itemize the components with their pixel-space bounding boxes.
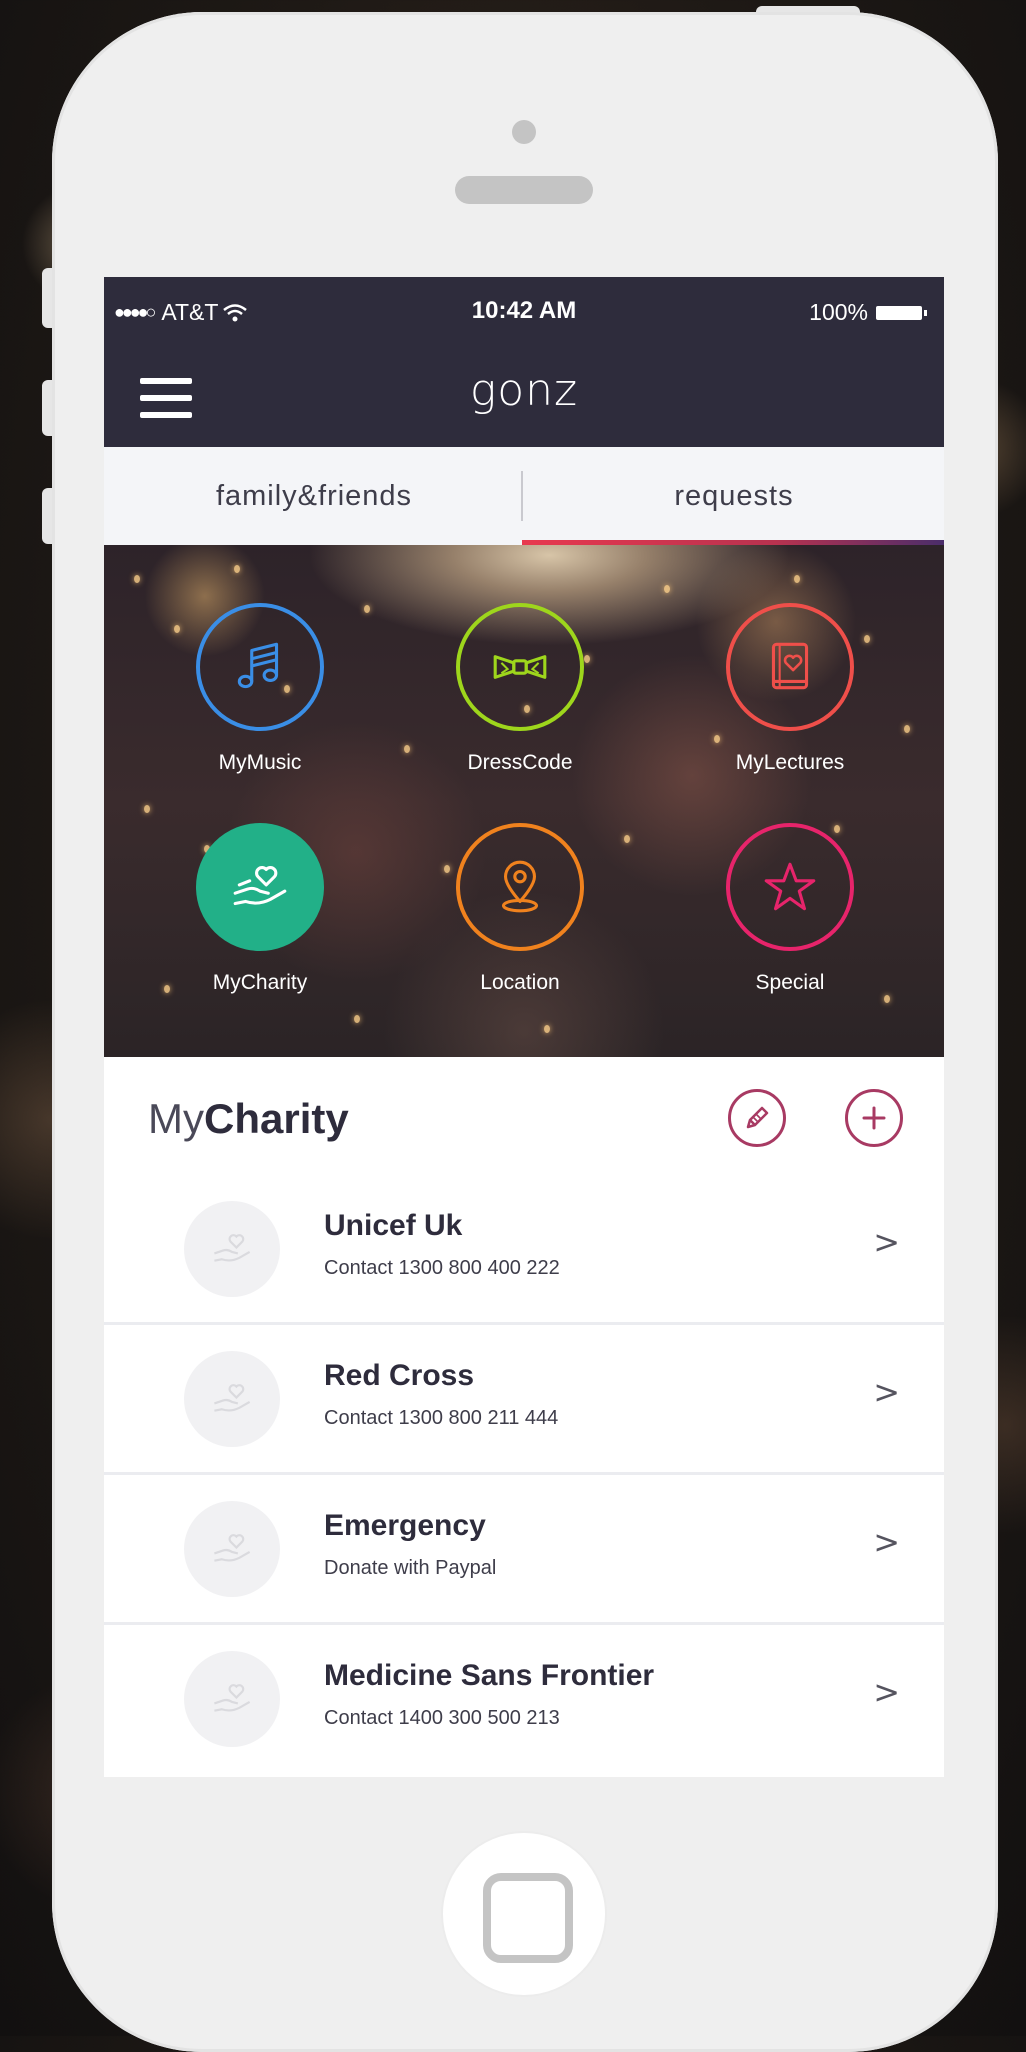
battery-percent: 100% xyxy=(809,299,868,325)
tab-bar: family&friends requests xyxy=(104,447,944,545)
menu-item-mycharity[interactable]: MyCharity xyxy=(160,823,360,995)
charity-section: MyCharity Unicef Uk Contact 1300 800 400… xyxy=(104,1057,944,1777)
location-circle xyxy=(456,823,584,951)
menu-item-label: DressCode xyxy=(467,751,573,774)
charity-name: Emergency xyxy=(324,1509,486,1542)
tab-label: family&friends xyxy=(215,479,413,512)
music-note-icon xyxy=(237,642,279,689)
avatar xyxy=(184,1351,280,1447)
tab-family-friends[interactable]: family&friends xyxy=(104,447,524,545)
home-square-icon xyxy=(483,1873,573,1963)
hand-heart-icon xyxy=(214,1534,251,1562)
list-item[interactable]: Medicine Sans Frontier Contact 1400 300 … xyxy=(104,1625,944,1775)
add-button[interactable] xyxy=(845,1089,903,1147)
mymusic-circle xyxy=(196,603,324,731)
menu-item-dresscode[interactable]: DressCode xyxy=(420,603,620,775)
tab-label: requests xyxy=(674,479,794,512)
avatar xyxy=(184,1501,280,1597)
map-pin-icon xyxy=(501,860,539,913)
menu-item-label: Special xyxy=(755,971,825,994)
status-bar: ●●●●○ AT&T 10:42 AM 100% xyxy=(104,277,944,347)
menu-item-mylectures[interactable]: MyLectures xyxy=(690,603,890,775)
section-title-bold: Charity xyxy=(204,1095,349,1142)
charity-detail: Donate with Paypal xyxy=(324,1557,497,1579)
menu-item-special[interactable]: Special xyxy=(690,823,890,995)
menu-item-mymusic[interactable]: MyMusic xyxy=(160,603,360,775)
avatar xyxy=(184,1201,280,1297)
charity-name: Medicine Sans Frontier xyxy=(324,1659,655,1692)
charity-name: Unicef Uk xyxy=(324,1209,463,1242)
plus-icon xyxy=(862,1106,886,1130)
battery-status: 100% xyxy=(809,299,927,326)
pencil-icon xyxy=(746,1106,769,1129)
special-circle xyxy=(726,823,854,951)
hand-heart-icon xyxy=(214,1384,251,1412)
charity-list: Unicef Uk Contact 1300 800 400 222 > Red… xyxy=(104,1175,944,1775)
star-icon xyxy=(764,862,816,911)
menu-item-label: MyMusic xyxy=(218,751,302,774)
hand-heart-icon xyxy=(233,866,287,906)
mylectures-circle xyxy=(726,603,854,731)
charity-detail: Contact 1300 800 211 444 xyxy=(324,1407,559,1429)
hand-heart-icon xyxy=(214,1684,251,1712)
section-title-light: My xyxy=(148,1095,204,1142)
hand-heart-icon xyxy=(214,1234,251,1262)
mycharity-circle xyxy=(196,823,324,951)
front-camera xyxy=(512,120,536,144)
chevron-right-icon[interactable]: > xyxy=(873,1223,900,1261)
list-item[interactable]: Red Cross Contact 1300 800 211 444 > xyxy=(104,1325,944,1475)
charity-name: Red Cross xyxy=(324,1359,475,1392)
charity-detail: Contact 1300 800 400 222 xyxy=(324,1257,560,1279)
menu-item-label: MyLectures xyxy=(735,751,845,774)
charity-detail: Contact 1400 300 500 213 xyxy=(324,1707,560,1729)
dresscode-circle xyxy=(456,603,584,731)
chevron-right-icon[interactable]: > xyxy=(873,1373,900,1411)
edit-button[interactable] xyxy=(728,1089,786,1147)
battery-icon xyxy=(876,305,927,320)
phone-screen: ●●●●○ AT&T 10:42 AM 100% gonz family&fri… xyxy=(104,277,944,1777)
list-item[interactable]: Emergency Donate with Paypal > xyxy=(104,1475,944,1625)
chevron-right-icon[interactable]: > xyxy=(873,1523,900,1561)
app-header: gonz xyxy=(104,347,944,447)
tab-divider xyxy=(521,471,523,521)
book-heart-icon xyxy=(771,642,809,690)
menu-item-label: Location xyxy=(480,971,560,994)
menu-item-location[interactable]: Location xyxy=(420,823,620,995)
earpiece-speaker xyxy=(455,176,593,204)
chevron-right-icon[interactable]: > xyxy=(873,1673,900,1711)
app-title: gonz xyxy=(469,365,579,416)
list-item[interactable]: Unicef Uk Contact 1300 800 400 222 > xyxy=(104,1175,944,1325)
bow-tie-icon xyxy=(493,655,547,679)
hero-menu-panel: MyMusic DressCode MyLectures MyCharity L… xyxy=(104,545,944,1057)
section-title: MyCharity xyxy=(148,1095,349,1143)
avatar xyxy=(184,1651,280,1747)
menu-item-label: MyCharity xyxy=(212,971,308,994)
home-button[interactable] xyxy=(443,1833,605,1995)
tab-requests[interactable]: requests xyxy=(524,447,944,545)
